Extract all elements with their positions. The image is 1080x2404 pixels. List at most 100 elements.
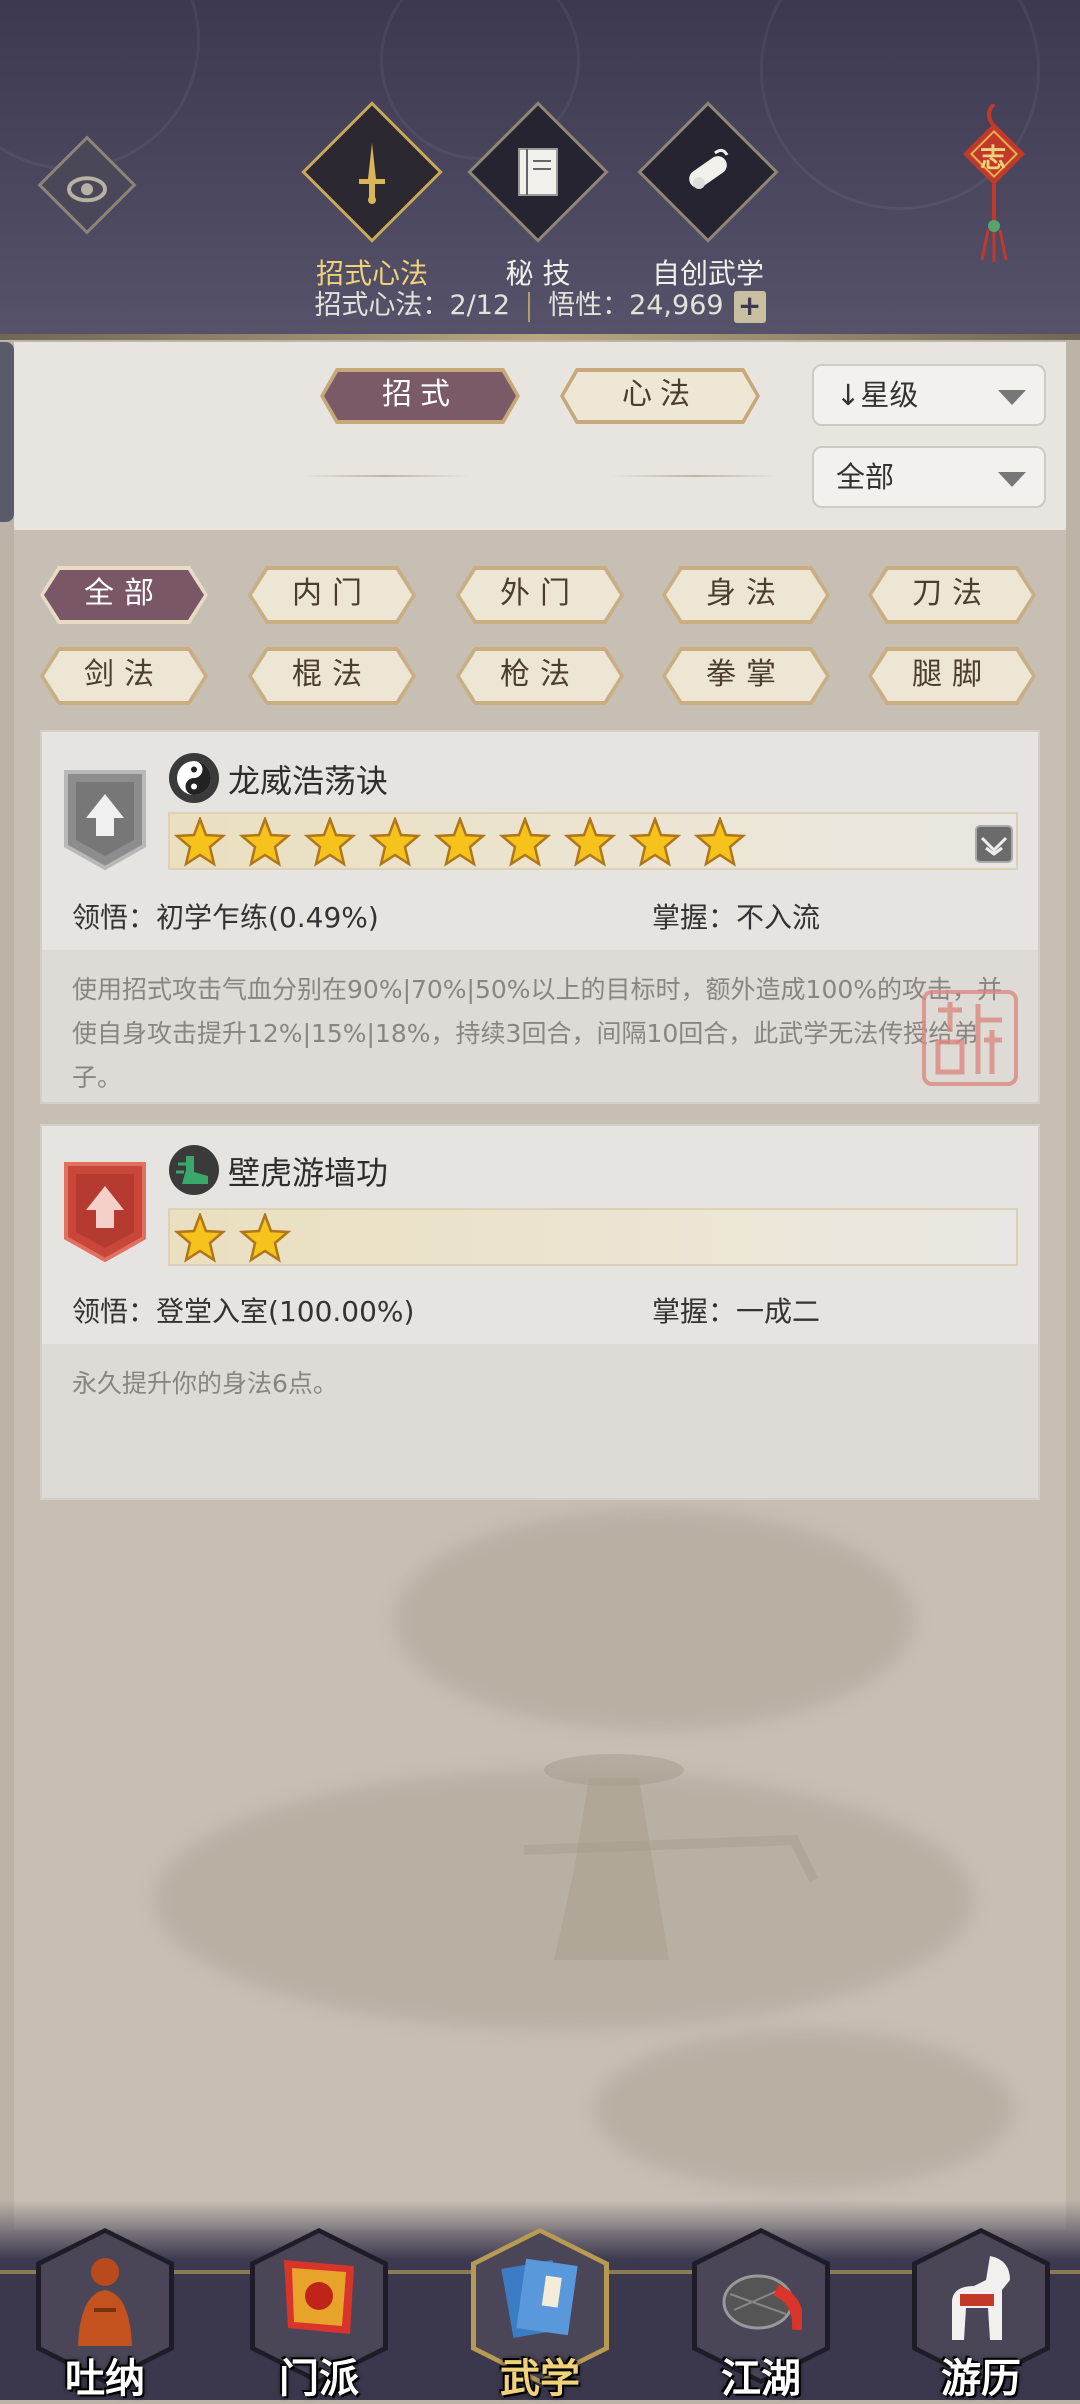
star-icon: [239, 817, 291, 867]
sort-dropdown[interactable]: ↓星级: [812, 364, 1046, 426]
sort-label: 星级: [860, 378, 919, 412]
chevron-down-icon: [998, 472, 1026, 487]
category-fist[interactable]: 拳掌: [662, 647, 830, 705]
boot-icon: [169, 1145, 219, 1195]
mastery-value: 不入流: [736, 901, 821, 934]
pendant-char: 志: [980, 144, 1007, 174]
nav-travel[interactable]: 游历: [906, 2228, 1056, 2402]
hat-icon: [722, 2274, 802, 2331]
mastery: 掌握：不入流: [652, 896, 820, 936]
skill-card[interactable]: 龙威浩荡诀 领悟：初学乍练(0.49%) 掌握：不入流 使用招式攻击气血分别在9…: [40, 730, 1040, 1104]
comprehension: 领悟：初学乍练(0.49%): [72, 896, 379, 936]
star-rating: [168, 812, 1018, 870]
mastery: 掌握：一成二: [652, 1290, 820, 1330]
tab-self-created[interactable]: 自创武学: [637, 101, 779, 292]
category-label: 刀法: [912, 576, 992, 611]
star-icon: [174, 817, 226, 867]
scope-dropdown[interactable]: 全部: [812, 446, 1046, 508]
wanderer-silhouette: [523, 1754, 819, 1960]
star-icon: [174, 1213, 226, 1263]
insight-label: 悟性：: [548, 290, 630, 321]
rank-badge-icon: [64, 1162, 146, 1263]
add-insight-button[interactable]: +: [733, 290, 766, 323]
filter-label: 招式: [382, 377, 458, 412]
nav-label: 门派: [279, 2355, 359, 2402]
book-icon: [518, 148, 558, 196]
filter-label: 心法: [622, 377, 698, 412]
category-leg[interactable]: 腿脚: [868, 647, 1036, 705]
star-icon: [434, 817, 486, 867]
tab-moves-methods[interactable]: 招式心法: [301, 101, 443, 292]
category-label: 全部: [84, 576, 164, 611]
scroll-icon: [689, 148, 729, 189]
comprehension-value: 登堂入室(100.00%): [156, 1295, 415, 1328]
horse-icon: [952, 2256, 1010, 2340]
category-movement[interactable]: 身法: [662, 566, 830, 624]
filter-moves-button[interactable]: 招式: [320, 368, 520, 424]
eye-icon: [67, 176, 107, 203]
top-header: 招式心法 秘 技 自创武学 招式心法：2/12 悟性：24,969 + 志: [0, 0, 1080, 340]
category-label: 枪法: [500, 657, 580, 692]
tab-secret-skills[interactable]: 秘 技: [467, 101, 609, 292]
stats-row: 招式心法：2/12 悟性：24,969 +: [0, 283, 1080, 323]
bird-emblem-icon[interactable]: [974, 824, 1014, 864]
scope-label: 全部: [836, 460, 895, 494]
category-label: 内门: [292, 576, 372, 611]
nav-sect[interactable]: 门派: [244, 2228, 394, 2402]
star-icon: [304, 817, 356, 867]
aspiration-pendant[interactable]: 志: [960, 102, 1028, 264]
comprehension: 领悟：登堂入室(100.00%): [72, 1290, 414, 1330]
comprehension-label: 领悟：: [72, 901, 157, 934]
star-rating: [168, 1208, 1018, 1266]
moves-count-label: 招式心法：: [314, 290, 450, 321]
star-icon: [499, 817, 551, 867]
skill-description-text: 永久提升你的身法6点。: [72, 1369, 338, 1398]
nav-label: 吐纳: [65, 2355, 145, 2402]
category-all[interactable]: 全部: [40, 566, 208, 624]
category-spear[interactable]: 枪法: [456, 647, 624, 705]
category-inner[interactable]: 内门: [248, 566, 416, 624]
knot-pendant-icon: [962, 102, 1026, 262]
nav-jianghu[interactable]: 江湖: [686, 2228, 836, 2402]
mastery-label: 掌握：: [652, 1295, 737, 1328]
side-drawer-handle[interactable]: [0, 342, 14, 522]
category-label: 腿脚: [912, 657, 992, 692]
nav-label: 游历: [941, 2355, 1021, 2402]
skill-description: 永久提升你的身法6点。: [42, 1344, 1038, 1498]
monk-icon: [78, 2258, 132, 2346]
mastery-label: 掌握：: [652, 901, 737, 934]
filter-methods-button[interactable]: 心法: [560, 368, 760, 424]
category-label: 剑法: [84, 657, 164, 692]
nav-label: 江湖: [721, 2355, 801, 2402]
category-staff[interactable]: 棍法: [248, 647, 416, 705]
seal-stamp-icon: [922, 990, 1018, 1086]
sort-arrow-icon: ↓: [836, 378, 861, 412]
category-label: 棍法: [292, 657, 372, 692]
moves-count-value: 2/12: [449, 290, 511, 321]
banner-icon: [284, 2260, 354, 2334]
rank-badge-icon: [64, 770, 146, 871]
star-icon: [239, 1213, 291, 1263]
yin-yang-icon: [169, 753, 219, 803]
sword-icon: [359, 143, 385, 204]
divider: [528, 291, 531, 322]
comprehension-label: 领悟：: [72, 1295, 157, 1328]
nav-breathing[interactable]: 吐纳: [30, 2228, 180, 2402]
category-sword[interactable]: 剑法: [40, 647, 208, 705]
category-blade[interactable]: 刀法: [868, 566, 1036, 624]
skill-name: 壁虎游墙功: [228, 1154, 389, 1192]
insight-value: 24,969: [629, 290, 724, 321]
divider: [610, 475, 780, 477]
skill-card[interactable]: 壁虎游墙功 领悟：登堂入室(100.00%) 掌握：一成二 永久提升你的身法6点…: [40, 1124, 1040, 1500]
nav-martial-arts[interactable]: 武学: [465, 2228, 615, 2402]
manual-icon: [501, 2258, 578, 2338]
category-label: 身法: [706, 576, 786, 611]
category-outer[interactable]: 外门: [456, 566, 624, 624]
star-icon: [369, 817, 421, 867]
nav-label: 武学: [500, 2355, 580, 2402]
skill-description: 使用招式攻击气血分别在90%|70%|50%以上的目标时，额外造成100%的攻击…: [42, 950, 1038, 1102]
comprehension-value: 初学乍练(0.49%): [156, 901, 379, 934]
skill-description-text: 使用招式攻击气血分别在90%|70%|50%以上的目标时，额外造成100%的攻击…: [72, 975, 1003, 1092]
star-icon: [564, 817, 616, 867]
chevron-down-icon: [998, 390, 1026, 405]
